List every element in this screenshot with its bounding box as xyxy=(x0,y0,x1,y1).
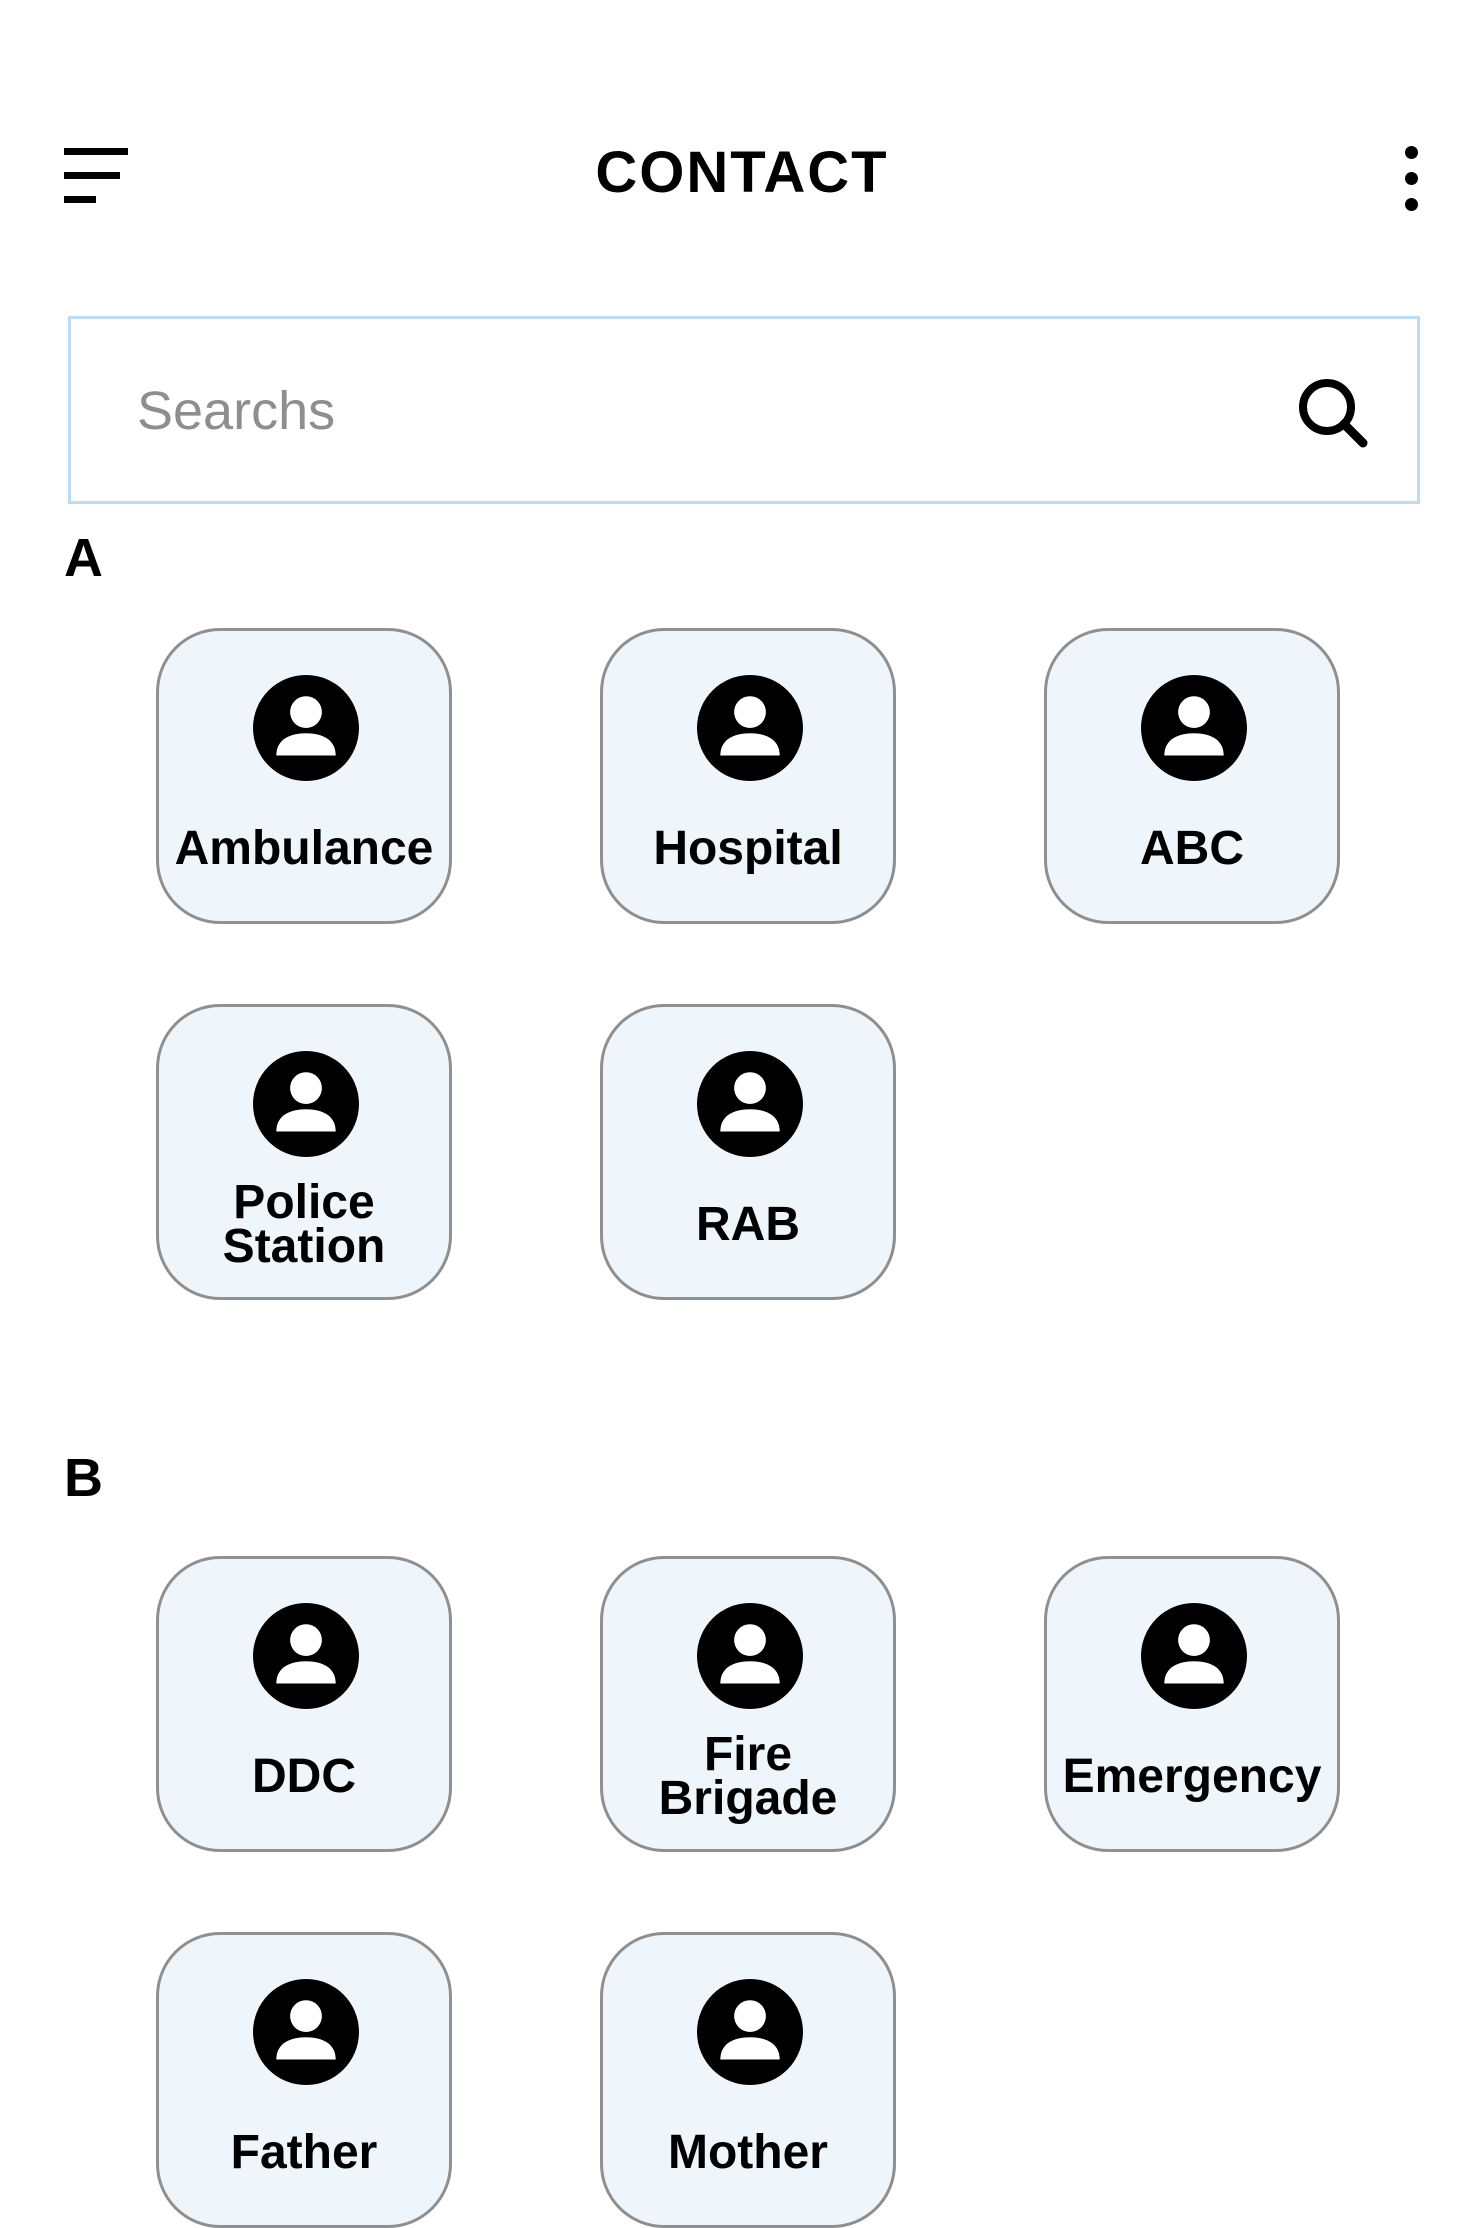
contact-grid-b: DDC Fire Brigade Emergency Father Mother xyxy=(156,1556,1342,2228)
contact-name: Mother xyxy=(668,2126,828,2179)
contact-name: Emergency xyxy=(1062,1750,1322,1803)
search-bar xyxy=(68,316,1420,504)
contact-name: DDC xyxy=(252,1750,356,1803)
person-icon xyxy=(697,1979,803,2085)
contact-card-mother[interactable]: Mother xyxy=(600,1932,896,2228)
contact-card-rab[interactable]: RAB xyxy=(600,1004,896,1300)
contact-name: Fire Brigade xyxy=(658,1728,838,1825)
contact-card-hospital[interactable]: Hospital xyxy=(600,628,896,924)
person-icon xyxy=(697,1603,803,1709)
section-header-b: B xyxy=(64,1448,103,1508)
contact-name: Police Station xyxy=(222,1176,386,1273)
contact-name: Hospital xyxy=(653,822,843,875)
person-icon xyxy=(1141,675,1247,781)
section-header-a: A xyxy=(64,528,103,588)
person-icon xyxy=(1141,1603,1247,1709)
contact-name: Father xyxy=(230,2126,378,2179)
person-icon xyxy=(253,1979,359,2085)
person-icon xyxy=(697,675,803,781)
page-title: CONTACT xyxy=(595,140,889,205)
contact-grid-a: Ambulance Hospital ABC Police Station RA… xyxy=(156,628,1342,1300)
search-icon[interactable] xyxy=(1291,371,1375,455)
person-icon xyxy=(697,1051,803,1157)
contact-name: Ambulance xyxy=(174,822,434,875)
person-icon xyxy=(253,1051,359,1157)
search-input[interactable] xyxy=(137,363,1237,459)
person-icon xyxy=(253,675,359,781)
more-vertical-icon xyxy=(1405,146,1418,159)
contact-card-police-station[interactable]: Police Station xyxy=(156,1004,452,1300)
contact-name: ABC xyxy=(1140,822,1244,875)
contact-card-father[interactable]: Father xyxy=(156,1932,452,2228)
contact-card-emergency[interactable]: Emergency xyxy=(1044,1556,1340,1852)
contact-card-ambulance[interactable]: Ambulance xyxy=(156,628,452,924)
person-icon xyxy=(253,1603,359,1709)
contact-name: RAB xyxy=(696,1198,800,1251)
contact-card-abc[interactable]: ABC xyxy=(1044,628,1340,924)
contact-card-ddc[interactable]: DDC xyxy=(156,1556,452,1852)
contact-card-fire-brigade[interactable]: Fire Brigade xyxy=(600,1556,896,1852)
more-options-button[interactable] xyxy=(1392,146,1432,214)
